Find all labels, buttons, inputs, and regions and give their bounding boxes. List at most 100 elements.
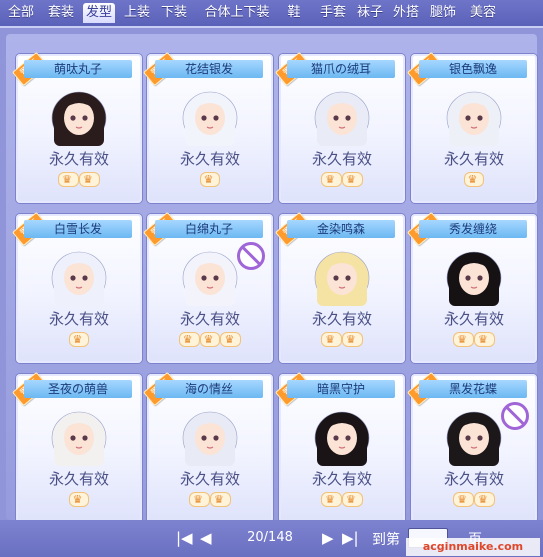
tab-5[interactable]: 合体上下装 [197,3,277,23]
crown-icon: ♛ [68,492,90,507]
item-name: 白雪长发 [24,220,132,238]
validity-label: 永久有效 [179,470,240,488]
item-card[interactable]: 置顶金染鸣森永久有效♛♛ [274,211,405,363]
validity-label: 永久有效 [311,310,372,328]
crown-rating: ♛ ♛ ♛ [149,332,271,347]
crown-icon: ♛ [321,172,342,187]
hairstyle-preview-icon [182,411,238,466]
crown-icon: ♛ [342,492,363,507]
hairstyle-preview-icon [51,91,107,146]
item-card[interactable]: 置顶圣夜の萌兽永久有效♛ [11,371,142,523]
hairstyle-preview-icon [182,91,238,146]
item-card[interactable]: 置顶海の情丝永久有效♛♛ [142,371,273,523]
tab-9[interactable]: 外搭 [390,3,422,23]
crown-icon: ♛ [220,332,242,347]
crown-icon: ♛ [474,492,495,507]
item-name: 圣夜の萌兽 [24,380,132,398]
tab-2[interactable]: 发型 [83,3,115,23]
crown-rating: ♛ ♛ [281,492,403,507]
item-name: 银色飘逸 [419,60,527,78]
item-name: 黑发花蝶 [419,380,527,398]
item-name: 萌呔丸子 [24,60,132,78]
goto-label: 到第 [372,532,400,548]
tab-6[interactable]: 鞋 [283,3,305,23]
crown-icon: ♛ [342,172,363,187]
validity-label: 永久有效 [179,310,240,328]
hairstyle-preview-icon [446,411,502,466]
crown-icon: ♛ [342,332,363,347]
hairstyle-preview-icon [51,411,107,466]
validity-label: 永久有效 [311,470,372,488]
crown-rating: ♛ ♛ [18,172,140,187]
crown-icon: ♛ [199,172,221,187]
not-allowed-icon [237,242,265,270]
page-indicator: 20/148 [247,530,293,545]
hairstyle-preview-icon [314,411,370,466]
hairstyle-preview-icon [446,91,502,146]
crown-icon: ♛ [210,492,231,507]
first-page-button[interactable]: |◀ [176,529,193,547]
item-card[interactable]: 置顶黑发花蝶永久有效♛♛ [406,371,537,523]
crown-icon: ♛ [321,492,342,507]
tab-8[interactable]: 袜子 [354,3,386,23]
tab-0[interactable]: 全部 [4,3,38,23]
tab-1[interactable]: 套装 [44,3,78,23]
item-card[interactable]: 置顶秀发缠绕永久有效♛♛ [406,211,537,363]
tab-4[interactable]: 下装 [158,3,190,23]
item-grid: 置顶萌呔丸子永久有效♛♛置顶花结银发永久有效♛置顶猫爪の绒耳永久有效♛♛置顶银色… [6,34,537,523]
crown-icon: ♛ [79,172,100,187]
hairstyle-preview-icon [446,251,502,306]
validity-label: 永久有效 [443,310,504,328]
validity-label: 永久有效 [48,310,109,328]
validity-label: 永久有效 [443,150,504,168]
last-page-button[interactable]: ▶| [342,529,359,547]
hairstyle-preview-icon [314,251,370,306]
crown-rating: ♛ ♛ [281,332,403,347]
crown-rating: ♛ ♛ [413,332,535,347]
item-card[interactable]: 置顶萌呔丸子永久有效♛♛ [11,51,142,203]
crown-icon: ♛ [463,172,485,187]
item-name: 白绵丸子 [155,220,263,238]
next-page-button[interactable]: ▶ [322,529,334,547]
validity-label: 永久有效 [48,150,109,168]
tab-7[interactable]: 手套 [317,3,349,23]
crown-icon: ♛ [453,332,474,347]
hairstyle-preview-icon [51,251,107,306]
not-allowed-icon [501,402,529,430]
validity-label: 永久有效 [179,150,240,168]
item-card[interactable]: 置顶白雪长发永久有效♛ [11,211,142,363]
prev-page-button[interactable]: ◀ [200,529,212,547]
validity-label: 永久有效 [443,470,504,488]
crown-rating: ♛ [149,172,271,187]
item-card[interactable]: 置顶花结银发永久有效♛ [142,51,273,203]
item-name: 花结银发 [155,60,263,78]
item-name: 金染鸣森 [287,220,395,238]
crown-icon: ♛ [199,332,221,347]
crown-rating: ♛ [413,172,535,187]
validity-label: 永久有效 [311,150,372,168]
crown-icon: ♛ [58,172,79,187]
item-name: 猫爪の绒耳 [287,60,395,78]
crown-icon: ♛ [321,332,342,347]
category-tab-bar: 全部 套装 发型 上装 下装 合体上下装鞋手套 袜子 外搭 腿饰 美容 [0,0,543,28]
crown-icon: ♛ [178,332,200,347]
tab-11[interactable]: 美容 [465,3,501,23]
tab-3[interactable]: 上装 [121,3,153,23]
item-card[interactable]: 置顶猫爪の绒耳永久有效♛♛ [274,51,405,203]
watermark: acginmaike.com [406,538,540,556]
tab-10[interactable]: 腿饰 [427,3,459,23]
item-card[interactable]: 置顶银色飘逸永久有效♛ [406,51,537,203]
crown-rating: ♛ ♛ [149,492,271,507]
validity-label: 永久有效 [48,470,109,488]
crown-icon: ♛ [68,332,90,347]
item-card[interactable]: 置顶暗黑守护永久有效♛♛ [274,371,405,523]
hairstyle-preview-icon [182,251,238,306]
crown-rating: ♛ ♛ [281,172,403,187]
item-name: 暗黑守护 [287,380,395,398]
item-name: 秀发缠绕 [419,220,527,238]
item-name: 海の情丝 [155,380,263,398]
crown-rating: ♛ [18,332,140,347]
crown-icon: ♛ [453,492,474,507]
crown-icon: ♛ [474,332,495,347]
item-card[interactable]: 置顶白绵丸子永久有效♛♛♛ [142,211,273,363]
